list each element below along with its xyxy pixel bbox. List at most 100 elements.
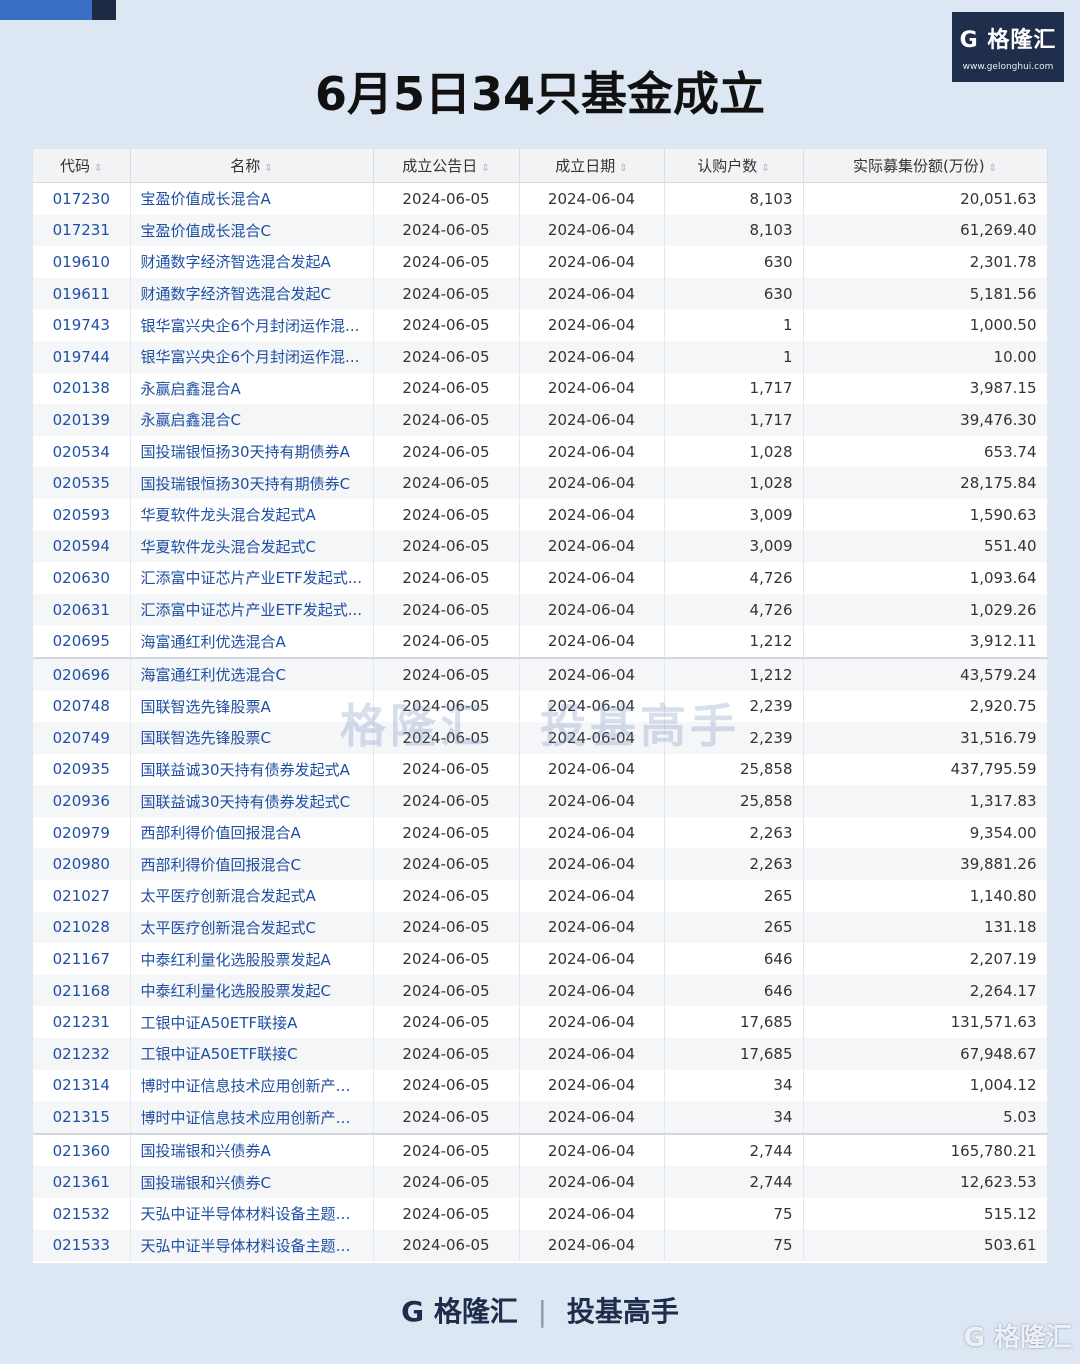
table-row[interactable]: 021314 博时中证信息技术应用创新产业... 2024-06-05 2024-06…	[33, 1069, 1048, 1102]
fund-code[interactable]: 021360	[33, 1132, 131, 1167]
fund-code[interactable]: 020695	[33, 625, 131, 658]
fund-code[interactable]: 021231	[33, 1006, 131, 1039]
fund-code[interactable]: 019611	[33, 277, 131, 310]
fund-code[interactable]: 020631	[33, 593, 131, 626]
fund-code[interactable]: 021532	[33, 1198, 131, 1230]
table-row[interactable]: 019610 财通数字经济智选混合发起A 2024-06-05 2024-06-04 6…	[33, 246, 1048, 278]
fund-name[interactable]: 永赢启鑫混合C	[130, 404, 374, 436]
table-row[interactable]: 021027 太平医疗创新混合发起式A 2024-06-05 2024-06-04 26…	[33, 880, 1048, 912]
table-row[interactable]: 020534 国投瑞银恒扬30天持有期债券A 2024-06-05 2024-06-0…	[33, 435, 1048, 468]
fund-name[interactable]: 财通数字经济智选混合发起A	[130, 246, 374, 278]
fund-name[interactable]: 博时中证信息技术应用创新产业...	[130, 1069, 374, 1102]
fund-name[interactable]: 国投瑞银和兴债券C	[130, 1166, 374, 1198]
fund-name[interactable]: 海富通红利优选混合A	[130, 625, 374, 658]
fund-name[interactable]: 工银中证A50ETF联接A	[130, 1006, 374, 1039]
column-header-code[interactable]: 代码 ⇕	[33, 149, 131, 183]
fund-name[interactable]: 汇添富中证芯片产业ETF发起式...	[130, 562, 374, 594]
fund-name[interactable]: 永赢启鑫混合A	[130, 372, 374, 405]
fund-code[interactable]: 021027	[33, 880, 131, 912]
fund-name[interactable]: 银华富兴央企6个月封闭运作混...	[130, 340, 374, 373]
fund-code[interactable]: 020980	[33, 848, 131, 881]
fund-name[interactable]: 国联益诚30天持有债券发起式A	[130, 753, 374, 786]
fund-name[interactable]: 天弘中证半导体材料设备主题指...	[130, 1229, 374, 1262]
fund-name[interactable]: 太平医疗创新混合发起式C	[130, 911, 374, 944]
fund-name[interactable]: 西部利得价值回报混合C	[130, 848, 374, 881]
fund-code[interactable]: 020935	[33, 753, 131, 786]
sort-icon[interactable]: ⇕	[94, 163, 102, 174]
fund-name[interactable]: 汇添富中证芯片产业ETF发起式...	[130, 593, 374, 626]
table-row[interactable]: 021232 工银中证A50ETF联接C 2024-06-05 2024-06-04 1…	[33, 1038, 1048, 1070]
fund-code[interactable]: 020696	[33, 656, 131, 691]
table-row[interactable]: 020593 华夏软件龙头混合发起式A 2024-06-05 2024-06-04 3,…	[33, 498, 1048, 531]
table-row[interactable]: 020594 华夏软件龙头混合发起式C 2024-06-05 2024-06-04 3,…	[33, 530, 1048, 563]
sort-icon[interactable]: ⇕	[619, 163, 627, 174]
table-row[interactable]: 021028 太平医疗创新混合发起式C 2024-06-05 2024-06-04 26…	[33, 911, 1048, 944]
table-row[interactable]: 021168 中泰红利量化选股股票发起C 2024-06-05 2024-06-04 6…	[33, 974, 1048, 1007]
fund-name[interactable]: 海富通红利优选混合C	[130, 656, 374, 691]
fund-code[interactable]: 020749	[33, 722, 131, 754]
fund-code[interactable]: 021168	[33, 974, 131, 1007]
sort-icon[interactable]: ⇕	[761, 163, 769, 174]
fund-name[interactable]: 华夏软件龙头混合发起式A	[130, 498, 374, 531]
table-row[interactable]: 020748 国联智选先锋股票A 2024-06-05 2024-06-04 2,239…	[33, 690, 1048, 723]
fund-code[interactable]: 020593	[33, 498, 131, 531]
table-row[interactable]: 020535 国投瑞银恒扬30天持有期债券C 2024-06-05 2024-06-0…	[33, 467, 1048, 499]
fund-code[interactable]: 020748	[33, 690, 131, 723]
fund-name[interactable]: 中泰红利量化选股股票发起C	[130, 974, 374, 1007]
table-row[interactable]: 021315 博时中证信息技术应用创新产业... 2024-06-05 2024-06…	[33, 1101, 1048, 1134]
fund-name[interactable]: 工银中证A50ETF联接C	[130, 1038, 374, 1070]
fund-code[interactable]: 021232	[33, 1038, 131, 1070]
table-row[interactable]: 020138 永赢启鑫混合A 2024-06-05 2024-06-04 1,717 3,…	[33, 372, 1048, 405]
fund-code[interactable]: 020138	[33, 372, 131, 405]
fund-code[interactable]: 019743	[33, 309, 131, 341]
table-row[interactable]: 017230 宝盈价值成长混合A 2024-06-05 2024-06-04 8,103…	[33, 182, 1048, 215]
fund-code[interactable]: 019610	[33, 246, 131, 278]
fund-name[interactable]: 国联智选先锋股票A	[130, 690, 374, 723]
fund-name[interactable]: 国联智选先锋股票C	[130, 722, 374, 754]
column-header-name[interactable]: 名称 ⇕	[130, 149, 374, 183]
fund-name[interactable]: 财通数字经济智选混合发起C	[130, 277, 374, 310]
column-header-setup-date[interactable]: 成立日期 ⇕	[519, 149, 665, 183]
fund-code[interactable]: 021315	[33, 1101, 131, 1134]
sort-icon[interactable]: ⇕	[264, 163, 272, 174]
table-row[interactable]: 020936 国联益诚30天持有债券发起式C 2024-06-05 2024-06-0…	[33, 785, 1048, 817]
fund-code[interactable]: 020534	[33, 435, 131, 468]
fund-name[interactable]: 中泰红利量化选股股票发起A	[130, 943, 374, 975]
fund-code[interactable]: 020139	[33, 404, 131, 436]
sort-icon[interactable]: ⇕	[481, 163, 489, 174]
table-row[interactable]: 021361 国投瑞银和兴债券C 2024-06-05 2024-06-04 2,744…	[33, 1166, 1048, 1198]
fund-code[interactable]: 021314	[33, 1069, 131, 1102]
fund-code[interactable]: 020535	[33, 467, 131, 499]
fund-code[interactable]: 021167	[33, 943, 131, 975]
fund-code[interactable]: 021028	[33, 911, 131, 944]
column-header-subscribers[interactable]: 认购户数 ⇕	[664, 149, 804, 183]
fund-code[interactable]: 020936	[33, 785, 131, 817]
table-row[interactable]: 021231 工银中证A50ETF联接A 2024-06-05 2024-06-04 1…	[33, 1006, 1048, 1039]
fund-name[interactable]: 国投瑞银恒扬30天持有期债券C	[130, 467, 374, 499]
fund-code[interactable]: 017231	[33, 214, 131, 247]
fund-code[interactable]: 021533	[33, 1229, 131, 1262]
fund-code[interactable]: 020594	[33, 530, 131, 563]
table-row[interactable]: 020935 国联益诚30天持有债券发起式A 2024-06-05 2024-06-0…	[33, 753, 1048, 786]
table-row[interactable]: 020139 永赢启鑫混合C 2024-06-05 2024-06-04 1,717 39…	[33, 404, 1048, 436]
fund-name[interactable]: 国联益诚30天持有债券发起式C	[130, 785, 374, 817]
table-row[interactable]: 021360 国投瑞银和兴债券A 2024-06-05 2024-06-04 2,744…	[33, 1132, 1048, 1167]
table-row[interactable]: 019743 银华富兴央企6个月封闭运作混... 2024-06-05 2024-06…	[33, 309, 1048, 341]
table-row[interactable]: 021532 天弘中证半导体材料设备主题指... 2024-06-05 2024-06…	[33, 1198, 1048, 1230]
table-row[interactable]: 020749 国联智选先锋股票C 2024-06-05 2024-06-04 2,239…	[33, 722, 1048, 754]
fund-code[interactable]: 021361	[33, 1166, 131, 1198]
column-header-shares[interactable]: 实际募集份额(万份) ⇕	[803, 149, 1048, 183]
table-row[interactable]: 019611 财通数字经济智选混合发起C 2024-06-05 2024-06-04 6…	[33, 277, 1048, 310]
fund-name[interactable]: 博时中证信息技术应用创新产业...	[130, 1101, 374, 1134]
fund-name[interactable]: 天弘中证半导体材料设备主题指...	[130, 1198, 374, 1230]
fund-name[interactable]: 太平医疗创新混合发起式A	[130, 880, 374, 912]
fund-name[interactable]: 华夏软件龙头混合发起式C	[130, 530, 374, 563]
table-row[interactable]: 021533 天弘中证半导体材料设备主题指... 2024-06-05 2024-06…	[33, 1229, 1048, 1262]
fund-name[interactable]: 国投瑞银和兴债券A	[130, 1132, 374, 1167]
fund-name[interactable]: 西部利得价值回报混合A	[130, 816, 374, 849]
table-row[interactable]: 020980 西部利得价值回报混合C 2024-06-05 2024-06-04 2,2…	[33, 848, 1048, 881]
table-row[interactable]: 017231 宝盈价值成长混合C 2024-06-05 2024-06-04 8,103…	[33, 214, 1048, 247]
fund-code[interactable]: 019744	[33, 340, 131, 373]
table-row[interactable]: 020696 海富通红利优选混合C 2024-06-05 2024-06-04 1,21…	[33, 656, 1048, 691]
fund-code[interactable]: 020630	[33, 562, 131, 594]
